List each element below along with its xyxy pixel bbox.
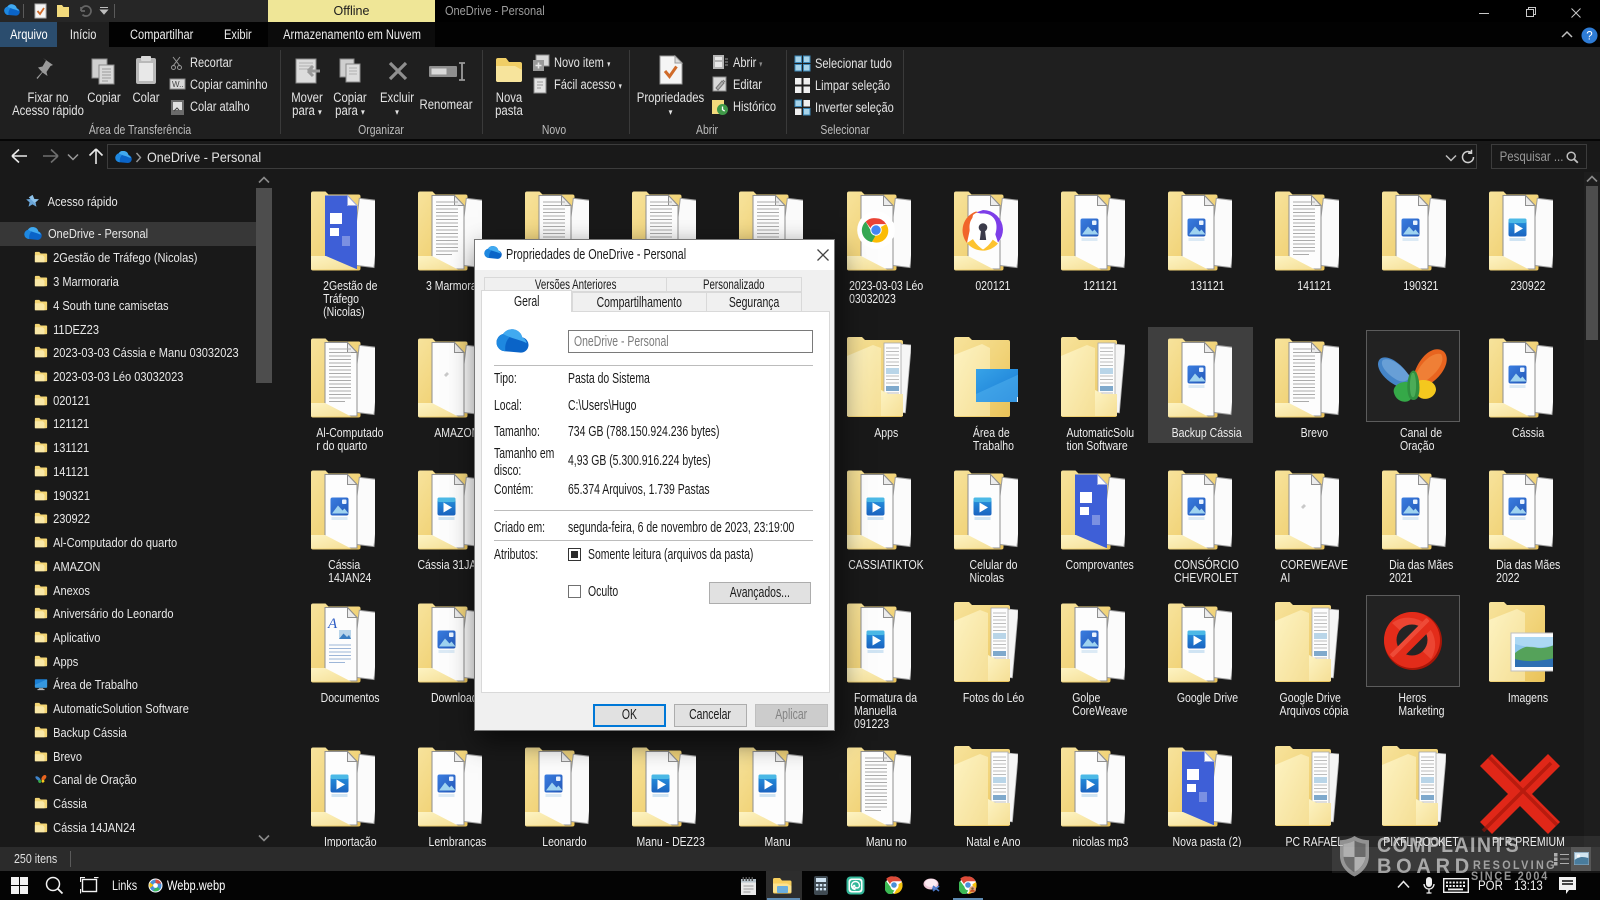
svg-text:W..: W.. [172,80,184,89]
svg-text:?: ? [1586,31,1592,43]
